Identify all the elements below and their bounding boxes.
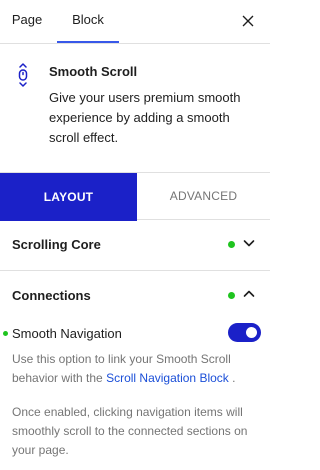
block-title: Smooth Scroll <box>49 64 138 79</box>
status-dot <box>228 292 235 299</box>
panel-tabs: LAYOUT ADVANCED <box>0 172 270 221</box>
status-dot <box>3 331 8 336</box>
tab-block[interactable]: Block <box>57 0 119 43</box>
smooth-navigation-row: Smooth Navigation <box>0 319 270 347</box>
tab-layout[interactable]: LAYOUT <box>0 173 137 221</box>
toggle-knob <box>246 327 257 338</box>
tab-advanced[interactable]: ADVANCED <box>137 173 270 220</box>
section-title-connections: Connections <box>12 288 91 303</box>
block-card: Smooth Scroll Give your users premium sm… <box>0 44 270 172</box>
help-text-after: . <box>228 371 236 385</box>
help-text-enabled: Once enabled, clicking navigation items … <box>12 405 248 457</box>
scroll-navigation-block-link[interactable]: Scroll Navigation Block <box>106 371 229 385</box>
tab-page[interactable]: Page <box>0 0 54 43</box>
chevron-down-icon <box>243 240 255 247</box>
section-connections[interactable]: Connections <box>0 271 270 319</box>
close-button[interactable] <box>234 7 262 35</box>
smooth-scroll-icon <box>18 63 28 87</box>
block-description: Give your users premium smooth experienc… <box>49 90 241 145</box>
inspector-tabs: Page Block <box>0 0 270 44</box>
section-scrolling-core[interactable]: Scrolling Core <box>0 220 270 271</box>
status-dot <box>228 241 235 248</box>
help-text-link: Use this option to link your Smooth Scro… <box>12 350 262 388</box>
section-title-scrolling-core: Scrolling Core <box>12 237 101 252</box>
close-icon <box>242 15 254 27</box>
smooth-navigation-label: Smooth Navigation <box>12 326 122 341</box>
smooth-navigation-toggle[interactable] <box>228 323 261 342</box>
chevron-up-icon <box>243 290 255 297</box>
